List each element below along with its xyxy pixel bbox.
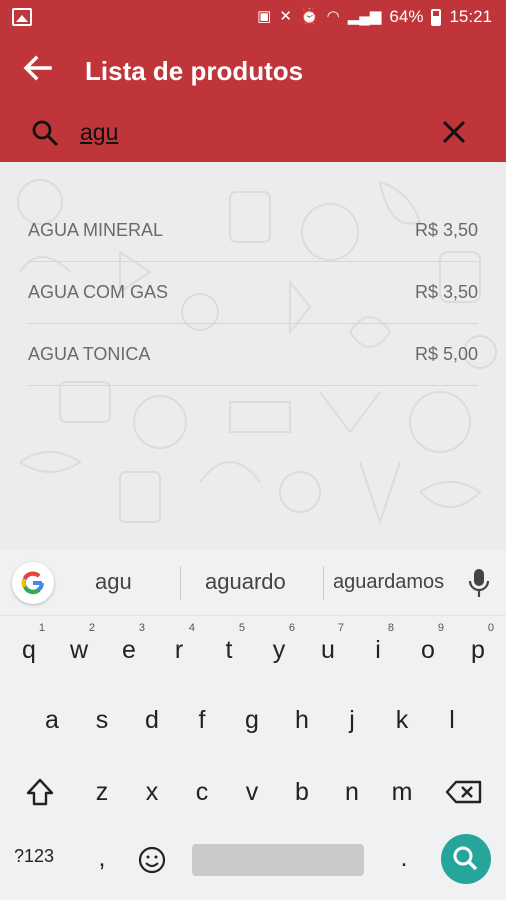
signal-icon: ▂▄▆ xyxy=(347,8,382,25)
key-b[interactable]: b xyxy=(282,762,322,822)
product-name: AGUA MINERAL xyxy=(28,220,164,240)
shift-key-icon[interactable] xyxy=(20,762,60,822)
key-h[interactable]: h xyxy=(282,690,322,750)
key-c[interactable]: c xyxy=(182,762,222,822)
suggestion-2[interactable]: aguardo xyxy=(205,569,286,595)
spacebar[interactable] xyxy=(192,844,364,876)
product-name: AGUA COM GAS xyxy=(28,282,169,302)
key-u[interactable]: u7 xyxy=(308,620,348,680)
key-i[interactable]: i8 xyxy=(358,620,398,680)
keyboard-suggestion-bar: agu aguardo aguardamos xyxy=(0,550,506,616)
search-icon xyxy=(453,846,478,871)
search-icon xyxy=(32,120,59,147)
key-d[interactable]: d xyxy=(132,690,172,750)
search-bar xyxy=(0,100,506,162)
soft-keyboard: q1 w2 e3 r4 t5 y6 u7 i8 o9 p0 a s d f g … xyxy=(0,616,506,900)
key-q[interactable]: q1 xyxy=(9,620,49,680)
key-p[interactable]: p0 xyxy=(458,620,498,680)
list-item[interactable]: AGUA TONICA R$ 5,00 xyxy=(28,324,478,386)
product-name: AGUA TONICA xyxy=(28,344,151,364)
clock: 15:21 xyxy=(449,7,492,26)
product-list-area: AGUA MINERAL R$ 3,50 AGUA COM GAS R$ 3,5… xyxy=(0,162,506,550)
image-icon xyxy=(12,8,32,26)
battery-icon xyxy=(431,8,442,26)
mute-icon: ✕ xyxy=(279,8,292,25)
microphone-icon[interactable] xyxy=(468,568,490,598)
suggestion-1[interactable]: agu xyxy=(95,569,132,595)
key-k[interactable]: k xyxy=(382,690,422,750)
sim-icon: ▣ xyxy=(257,8,272,25)
key-o[interactable]: o9 xyxy=(408,620,448,680)
key-t[interactable]: t5 xyxy=(209,620,249,680)
key-period[interactable]: . xyxy=(384,828,424,888)
suggestion-3[interactable]: aguardamos xyxy=(333,571,444,594)
key-j[interactable]: j xyxy=(332,690,372,750)
key-v[interactable]: v xyxy=(232,762,272,822)
list-item[interactable]: AGUA COM GAS R$ 3,50 xyxy=(28,262,478,324)
key-n[interactable]: n xyxy=(332,762,372,822)
search-input[interactable] xyxy=(80,114,410,150)
product-price: R$ 5,00 xyxy=(414,344,478,364)
google-g-icon[interactable] xyxy=(12,562,54,604)
product-price: R$ 3,50 xyxy=(414,220,478,240)
status-bar: ▣ ✕ ⏰ ◠ ▂▄▆ 64% 15:21 xyxy=(0,0,506,36)
key-g[interactable]: g xyxy=(232,690,272,750)
key-y[interactable]: y6 xyxy=(259,620,299,680)
key-m[interactable]: m xyxy=(382,762,422,822)
key-z[interactable]: z xyxy=(82,762,122,822)
suggestion-divider xyxy=(180,566,181,600)
backspace-key-icon[interactable] xyxy=(444,762,484,822)
product-list: AGUA MINERAL R$ 3,50 AGUA COM GAS R$ 3,5… xyxy=(28,200,478,386)
app-toolbar: Lista de produtos xyxy=(0,36,506,100)
close-icon[interactable] xyxy=(440,118,468,146)
key-l[interactable]: l xyxy=(432,690,472,750)
emoji-key-icon[interactable] xyxy=(132,830,172,890)
battery-percent: 64% xyxy=(389,7,424,26)
key-w[interactable]: w2 xyxy=(59,620,99,680)
arrow-back-icon[interactable] xyxy=(22,54,54,82)
search-action-key[interactable] xyxy=(441,834,491,884)
key-r[interactable]: r4 xyxy=(159,620,199,680)
key-comma[interactable]: , xyxy=(82,828,122,888)
list-item[interactable]: AGUA MINERAL R$ 3,50 xyxy=(28,200,478,262)
suggestion-divider xyxy=(323,566,324,600)
wifi-icon: ◠ xyxy=(326,8,340,25)
page-title: Lista de produtos xyxy=(85,56,304,86)
key-a[interactable]: a xyxy=(32,690,72,750)
key-s[interactable]: s xyxy=(82,690,122,750)
key-e[interactable]: e3 xyxy=(109,620,149,680)
product-price: R$ 3,50 xyxy=(414,282,478,302)
key-f[interactable]: f xyxy=(182,690,222,750)
status-icons: ▣ ✕ ⏰ ◠ ▂▄▆ 64% 15:21 xyxy=(257,7,492,27)
key-x[interactable]: x xyxy=(132,762,172,822)
alarm-icon: ⏰ xyxy=(299,8,319,25)
symbols-key[interactable]: ?123 xyxy=(14,846,54,867)
